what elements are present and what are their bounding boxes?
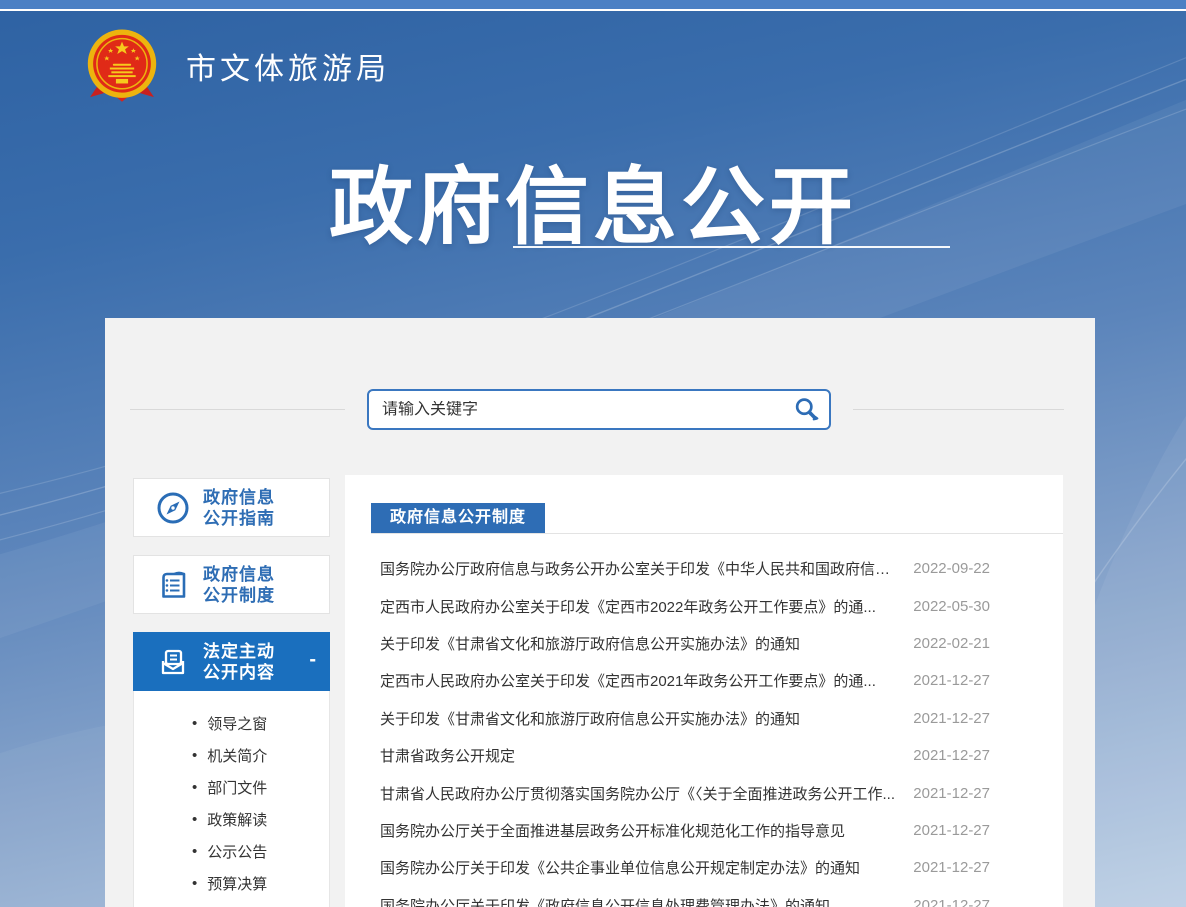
bullet-icon: • [192,842,198,860]
collapse-minus-icon[interactable]: - [309,648,316,671]
sidebar-sub-item-label: 部门文件 [207,779,268,797]
article-row[interactable]: 国务院办公厅关于全面推进基层政务公开标准化规范化工作的指导意见 2021-12-… [345,812,1063,849]
article-title-link[interactable]: 定西市人民政府办公室关于印发《定西市2021年政务公开工作要点》的通... [380,670,876,691]
article-date: 2021-12-27 [913,709,990,727]
main-content: 政府信息公开制度 国务院办公厅政府信息与政务公开办公室关于印发《中华人民共和国政… [345,475,1063,907]
article-date: 2022-05-30 [913,597,990,615]
article-title-link[interactable]: 关于印发《甘肃省文化和旅游厅政府信息公开实施办法》的通知 [380,633,800,654]
article-title-link[interactable]: 国务院办公厅关于印发《公共企事业单位信息公开规定制定办法》的通知 [380,857,860,878]
sidebar-sub-item[interactable]: • 公示公告 [134,835,329,867]
article-date: 2021-12-27 [913,821,990,839]
article-title-link[interactable]: 关于印发《甘肃省文化和旅游厅政府信息公开实施办法》的通知 [380,708,800,729]
article-row[interactable]: 国务院办公厅关于印发《政府信息公开信息处理费管理办法》的通知 2021-12-2… [345,887,1063,907]
article-date: 2021-12-27 [913,784,990,802]
page-title-underline [513,246,950,248]
article-date: 2021-12-27 [913,896,990,907]
sidebar-nav: 政府信息 公开指南 政府信息 公开制度 法定主动 公开内容 - • 领导之窗 •… [133,478,330,907]
article-title-link[interactable]: 国务院办公厅关于印发《政府信息公开信息处理费管理办法》的通知 [380,895,830,907]
sidebar-sub-item-label: 预算决算 [207,875,268,893]
search-key-icon [795,398,818,421]
compass-icon [157,492,189,523]
sidebar-sub-item[interactable]: • 预算决算 [134,867,329,899]
bullet-icon: • [192,746,198,764]
national-emblem-logo [87,29,157,102]
bullet-icon: • [192,810,198,828]
sidebar-sub-item-label: 领导之窗 [207,715,268,733]
sidebar-item-disclosure-guide[interactable]: 政府信息 公开指南 [133,478,330,537]
bullet-icon: • [192,714,198,732]
article-date: 2021-12-27 [913,859,990,877]
article-title-link[interactable]: 甘肃省政务公开规定 [380,745,515,766]
article-title-link[interactable]: 甘肃省人民政府办公厅贯彻落实国务院办公厅《〈关于全面推进政务公开工作... [380,783,895,804]
article-row[interactable]: 关于印发《甘肃省文化和旅游厅政府信息公开实施办法》的通知 2021-12-27 [345,700,1063,737]
article-title-link[interactable]: 国务院办公厅政府信息与政务公开办公室关于印发《中华人民共和国政府信息... [380,558,895,579]
top-white-line [0,9,1186,11]
top-strip [0,0,1186,9]
search-right-divider [853,409,1064,410]
bullet-icon: • [192,778,198,796]
sidebar-item-statutory-disclosure[interactable]: 法定主动 公开内容 - [133,632,330,691]
sidebar-sub-menu: • 领导之窗 • 机关简介 • 部门文件 • 政策解读 • 公示公告 • 预算决… [133,691,330,907]
article-row[interactable]: 定西市人民政府办公室关于印发《定西市2021年政务公开工作要点》的通... 20… [345,662,1063,699]
book-list-icon [162,571,186,598]
sidebar-sub-item-label: 机关简介 [207,747,268,765]
sidebar-item-label: 政府信息 公开指南 [203,487,275,528]
sidebar-sub-item[interactable]: • 政策解读 [134,803,329,835]
search-left-divider [130,409,345,410]
header-brand[interactable]: 市文体旅游局 [84,28,390,104]
sidebar-item-label: 法定主动 公开内容 [203,641,275,682]
article-row[interactable]: 甘肃省人民政府办公厅贯彻落实国务院办公厅《〈关于全面推进政务公开工作... 20… [345,774,1063,811]
search-button[interactable] [791,395,821,425]
article-date: 2022-09-22 [913,560,990,578]
site-name: 市文体旅游局 [186,53,390,86]
article-row[interactable]: 国务院办公厅关于印发《公共企事业单位信息公开规定制定办法》的通知 2021-12… [345,849,1063,886]
sidebar-item-disclosure-rules[interactable]: 政府信息 公开制度 [133,555,330,614]
search-input[interactable] [382,400,791,419]
bullet-icon: • [192,874,198,892]
sidebar-sub-item[interactable]: • 机关简介 [134,739,329,771]
article-date: 2021-12-27 [913,747,990,765]
article-row[interactable]: 定西市人民政府办公室关于印发《定西市2022年政务公开工作要点》的通... 20… [345,587,1063,624]
search-box[interactable] [367,389,831,430]
sidebar-sub-item[interactable]: • 领导之窗 [134,707,329,739]
article-date: 2021-12-27 [913,672,990,690]
article-list: 国务院办公厅政府信息与政务公开办公室关于印发《中华人民共和国政府信息... 20… [345,550,1063,907]
article-row[interactable]: 国务院办公厅政府信息与政务公开办公室关于印发《中华人民共和国政府信息... 20… [345,550,1063,587]
article-title-link[interactable]: 定西市人民政府办公室关于印发《定西市2022年政务公开工作要点》的通... [380,596,876,617]
sidebar-sub-item-label: 政策解读 [207,811,268,829]
sidebar-sub-item[interactable]: • 部门文件 [134,771,329,803]
article-row[interactable]: 甘肃省政务公开规定 2021-12-27 [345,737,1063,774]
inbox-mail-icon [161,649,185,674]
page-title: 政府信息公开 [328,160,857,254]
sidebar-sub-item-label: 公示公告 [207,843,268,861]
sidebar-item-label: 政府信息 公开制度 [203,564,275,605]
article-title-link[interactable]: 国务院办公厅关于全面推进基层政务公开标准化规范化工作的指导意见 [380,820,845,841]
article-date: 2022-02-21 [913,634,990,652]
content-panel: 政府信息 公开指南 政府信息 公开制度 [105,318,1095,907]
article-row[interactable]: 关于印发《甘肃省文化和旅游厅政府信息公开实施办法》的通知 2022-02-21 [345,625,1063,662]
section-title-tab: 政府信息公开制度 [371,503,546,533]
section-divider [371,533,1063,534]
